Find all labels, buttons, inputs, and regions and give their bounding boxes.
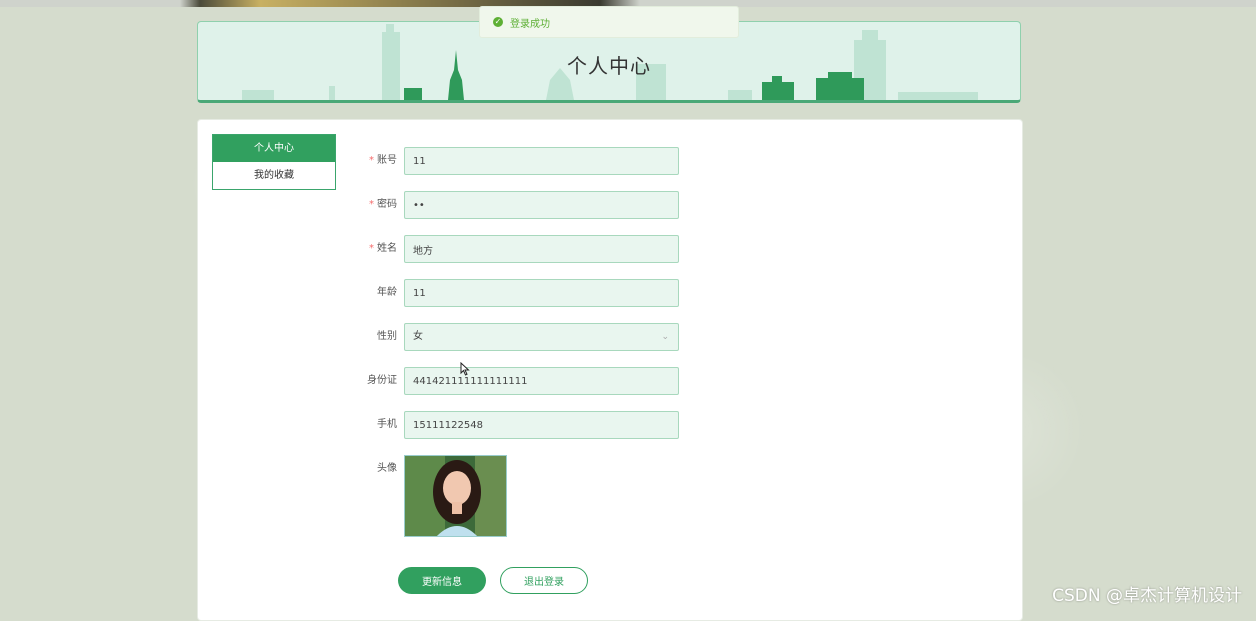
mouse-cursor-icon: [460, 362, 470, 376]
required-mark: *: [369, 243, 374, 254]
idcard-label: 身份证: [367, 375, 397, 386]
age-input[interactable]: [404, 279, 679, 307]
watermark: CSDN @卓杰计算机设计: [1052, 586, 1242, 606]
avatar-image[interactable]: [404, 455, 507, 537]
phone-label: 手机: [377, 419, 397, 430]
gender-select[interactable]: 女 ⌄: [404, 323, 679, 351]
profile-panel: 个人中心 我的收藏 *账号 *密码 *姓名 年龄 性别 女 ⌄ 身份证 手机 头…: [197, 119, 1023, 621]
age-label: 年龄: [377, 287, 397, 298]
check-circle-icon: ✓: [493, 17, 503, 27]
chevron-down-icon: ⌄: [661, 332, 669, 342]
success-toast: ✓ 登录成功: [479, 6, 739, 38]
account-input[interactable]: [404, 147, 679, 175]
logout-button[interactable]: 退出登录: [500, 567, 588, 594]
gender-label: 性别: [377, 331, 397, 342]
side-menu: 个人中心 我的收藏: [212, 134, 336, 190]
phone-input[interactable]: [404, 411, 679, 439]
toast-message: 登录成功: [510, 18, 550, 30]
sidebar-item-favorites[interactable]: 我的收藏: [213, 162, 335, 189]
account-label: * 账号: [369, 155, 397, 166]
required-mark: *: [369, 155, 374, 166]
password-input[interactable]: [404, 191, 679, 219]
avatar-photo: [405, 456, 506, 536]
update-info-button[interactable]: 更新信息: [398, 567, 486, 594]
name-label: * 姓名: [369, 243, 397, 254]
required-mark: *: [369, 199, 374, 210]
name-input[interactable]: [404, 235, 679, 263]
password-label: * 密码: [369, 199, 397, 210]
gender-selected-value: 女: [413, 331, 423, 342]
page-title: 个人中心: [567, 54, 651, 78]
avatar-label: 头像: [377, 463, 397, 474]
idcard-input[interactable]: [404, 367, 679, 395]
sidebar-item-profile[interactable]: 个人中心: [213, 135, 335, 162]
